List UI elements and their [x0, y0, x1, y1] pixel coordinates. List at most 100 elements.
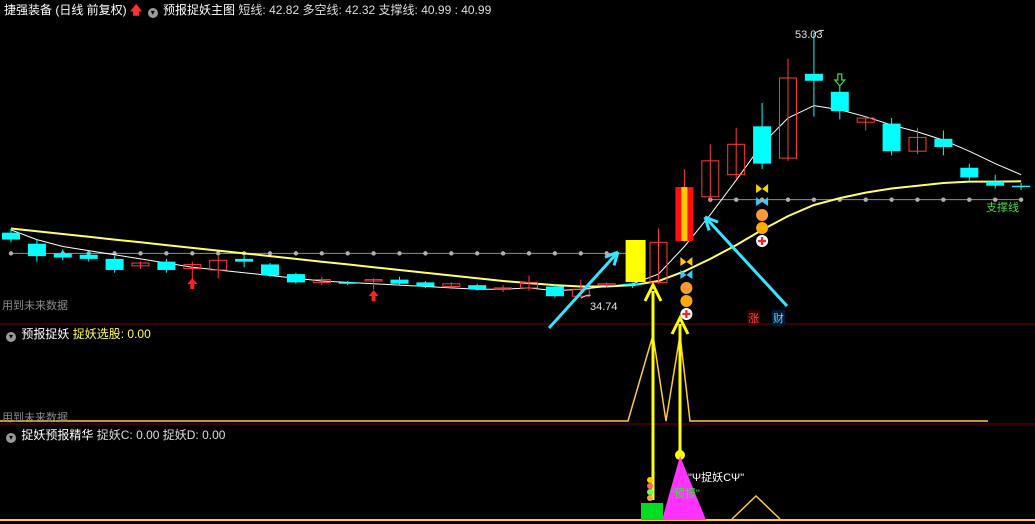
yubao-label: "预报" [670, 488, 700, 500]
candle-body-down [338, 282, 357, 284]
support-dot [164, 251, 169, 256]
support-label: 支撑线: [378, 3, 418, 17]
zhuoyao-signal-panel[interactable] [0, 281, 988, 500]
candle-body-down [1012, 185, 1031, 188]
support-dot [811, 197, 817, 202]
support-dot [267, 251, 273, 256]
candle-body-down [390, 279, 409, 284]
candle-body-down [986, 181, 1005, 186]
panel2-field-label: 捉妖选股: [72, 327, 125, 341]
candle-body-down [261, 264, 279, 276]
chevron-up-icon [680, 295, 693, 307]
candle-body-down [623, 283, 642, 286]
zhang-badge: 涨 [747, 310, 760, 326]
candle-body-down [830, 91, 849, 112]
support-dot [449, 251, 454, 256]
support-dot [397, 251, 402, 256]
candle-body-down [416, 282, 435, 287]
red-up-arrow-icon [368, 290, 379, 301]
candle-body-down [934, 138, 953, 148]
chevron-down-icon[interactable]: ▾ [147, 8, 158, 18]
support-value: 40.99 : 40.99 [421, 3, 492, 17]
panel2-header: ▾ 预报捉妖 捉妖选股: 0.00 [4, 327, 151, 342]
chevron-up-icon [756, 222, 769, 234]
candle-body-down [27, 243, 46, 257]
small-triangle-line [731, 494, 781, 520]
mid-value: 42.32 [345, 3, 376, 17]
panel2-field-value: 0.00 [127, 327, 151, 341]
support-dot [216, 251, 221, 256]
short-label: 短线: [238, 3, 266, 17]
indicator-name[interactable]: 预报捉妖主图 [163, 3, 235, 17]
support-dot [475, 251, 480, 256]
support-dot [423, 251, 428, 256]
main-price-panel[interactable] [2, 29, 1031, 330]
panel3-name[interactable]: 捉妖预报精华 [21, 428, 93, 442]
candle-body-down [157, 261, 176, 270]
zhuoyao-essence-panel[interactable] [0, 450, 1035, 521]
candle-body-down [79, 254, 98, 259]
signal-bead [647, 483, 653, 489]
stock-title[interactable]: 捷强装备 (日线 前复权) [4, 3, 127, 17]
kline-chart[interactable] [0, 0, 1035, 524]
green-down-arrow-icon [833, 73, 847, 87]
support-dot [190, 251, 195, 256]
high-price-label: 53.03 [795, 29, 823, 41]
red-up-arrow-icon: 🡅 [130, 3, 143, 17]
support-dot [734, 197, 739, 202]
zhuoyao-select-line [0, 334, 988, 422]
support-dot [578, 251, 583, 256]
mid-label: 多空线: [302, 3, 342, 17]
candle-body-down [960, 167, 979, 178]
support-dot [526, 251, 532, 256]
support-dot [345, 251, 350, 256]
candle-body-down [545, 286, 564, 297]
red-up-arrow-icon [187, 278, 198, 289]
panel3-c-value: 0.00 [136, 428, 160, 442]
support-dot [967, 197, 972, 202]
candle-body-down [105, 258, 124, 270]
cyan-arrow-right [703, 215, 789, 308]
signal-bead [647, 495, 653, 501]
panel3-header: ▾ 捉妖预报精华 捉妖C: 0.00 捉妖D: 0.00 [4, 428, 225, 443]
support-dot [138, 251, 143, 256]
candle-body-down [468, 285, 487, 290]
signal-bead [647, 489, 653, 495]
support-dot [785, 197, 791, 202]
future-data-note-2: 用到未来数据 [2, 412, 68, 424]
cai-badge: 财 [772, 310, 785, 326]
yellow-signal-bar [625, 240, 646, 282]
support-dot [915, 197, 920, 202]
main-header: 捷强装备 (日线 前复权) 🡅 ▾ 预报捉妖主图 短线: 42.82 多空线: … [4, 3, 491, 18]
face-icon [756, 209, 769, 221]
butterfly-icon [756, 184, 769, 193]
face-icon [680, 282, 693, 294]
support-dot [8, 251, 14, 256]
candle-body-down [753, 126, 772, 164]
support-dot [319, 251, 324, 256]
chevron-down-icon[interactable]: ▾ [6, 332, 16, 342]
panel3-d-label: 捉妖D: [162, 428, 199, 442]
panel2-name[interactable]: 预报捉妖 [21, 327, 69, 341]
panel3-c-label: 捉妖C: [96, 428, 133, 442]
candle-body-down [53, 253, 72, 258]
low-price-label: 34.74 [590, 301, 618, 313]
panel3-d-value: 0.00 [202, 428, 226, 442]
support-line-label: 支撑线 [986, 202, 1019, 214]
signal-bead [647, 477, 653, 483]
future-data-note-1: 用到未来数据 [2, 300, 68, 312]
chevron-down-icon[interactable]: ▾ [6, 433, 16, 443]
support-dot [500, 251, 506, 256]
support-dot [371, 251, 376, 256]
candle-limit-stripe [681, 187, 688, 241]
candle-body-down [804, 73, 823, 81]
support-dot [863, 197, 868, 202]
candle-body-down [882, 123, 901, 152]
butterfly-icon [680, 257, 693, 266]
support-dot [552, 251, 558, 256]
candle-body-down [2, 232, 20, 240]
candle-body-down [286, 274, 305, 283]
low-marker [580, 294, 591, 299]
green-block [641, 503, 663, 520]
support-dot [941, 197, 946, 202]
